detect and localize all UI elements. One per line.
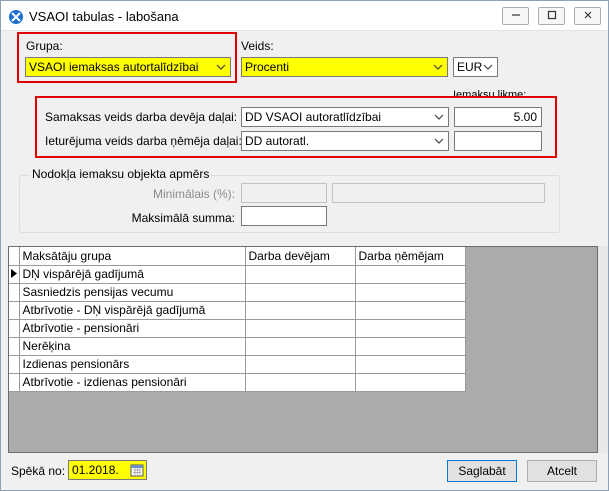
cell-employer[interactable] xyxy=(245,319,356,338)
annotation-box-group xyxy=(17,32,237,83)
maximize-icon xyxy=(547,9,557,23)
maximize-button[interactable] xyxy=(538,7,565,25)
row-selector[interactable] xyxy=(9,301,20,320)
column-header-payer-group[interactable]: Maksātāju grupa xyxy=(19,247,246,266)
currency-value: EUR xyxy=(457,60,483,74)
row-selector[interactable] xyxy=(9,355,20,374)
minimize-button[interactable] xyxy=(502,7,529,25)
max-sum-input[interactable] xyxy=(241,206,327,226)
cell-payer-group[interactable]: Atbrīvotie - DŅ vispārējā gadījumā xyxy=(19,301,246,320)
cell-employee[interactable] xyxy=(355,319,466,338)
type-select-value: Procenti xyxy=(245,60,290,74)
row-selector[interactable] xyxy=(9,337,20,356)
table-row[interactable]: Atbrīvotie - izdienas pensionāri xyxy=(9,373,466,392)
app-logo-icon xyxy=(8,9,24,25)
calendar-icon[interactable] xyxy=(130,463,144,482)
cell-employee[interactable] xyxy=(355,301,466,320)
cell-payer-group[interactable]: Nerēķina xyxy=(19,337,246,356)
row-selector[interactable] xyxy=(9,265,20,284)
column-header-employee[interactable]: Darba ņēmējam xyxy=(355,247,466,266)
close-icon xyxy=(583,9,593,23)
cell-payer-group[interactable]: DŅ vispārējā gadījumā xyxy=(19,265,246,284)
min-percent-input[interactable] xyxy=(241,183,327,203)
close-button[interactable] xyxy=(574,7,601,25)
cell-employee[interactable] xyxy=(355,373,466,392)
cell-employer[interactable] xyxy=(245,283,356,302)
cell-employer[interactable] xyxy=(245,337,356,356)
minimize-icon xyxy=(511,9,521,23)
edit-window: VSAOI tabulas - labošana Grupa: VSAOI ie… xyxy=(0,0,609,491)
table-row[interactable]: DŅ vispārējā gadījumā xyxy=(9,265,466,284)
table-row[interactable]: Izdienas pensionārs xyxy=(9,355,466,374)
table-row[interactable]: Atbrīvotie - DŅ vispārējā gadījumā xyxy=(9,301,466,320)
annotation-box-methods xyxy=(35,96,557,158)
cell-payer-group[interactable]: Izdienas pensionārs xyxy=(19,355,246,374)
cell-employer[interactable] xyxy=(245,355,356,374)
effective-date-label: Spēkā no: xyxy=(11,464,66,478)
cell-employee[interactable] xyxy=(355,355,466,374)
chevron-down-icon xyxy=(432,58,444,76)
payer-groups-table: Maksātāju grupa Darba devējam Darba ņēmē… xyxy=(8,246,598,453)
max-sum-label: Maksimālā summa: xyxy=(131,211,235,225)
cell-payer-group[interactable]: Sasniedzis pensijas vecumu xyxy=(19,283,246,302)
effective-date-input[interactable]: 01.2018. xyxy=(68,460,147,480)
table-row[interactable]: Sasniedzis pensijas vecumu xyxy=(9,283,466,302)
type-select[interactable]: Procenti xyxy=(241,57,448,77)
table-vertical-scrollbar[interactable] xyxy=(598,246,608,453)
column-header-employer[interactable]: Darba devējam xyxy=(245,247,356,266)
window-title: VSAOI tabulas - labošana xyxy=(29,9,179,24)
cell-employee[interactable] xyxy=(355,337,466,356)
table-header-row: Maksātāju grupa Darba devējam Darba ņēmē… xyxy=(9,247,466,266)
effective-date-value: 01.2018. xyxy=(72,463,119,477)
row-selector[interactable] xyxy=(9,319,20,338)
save-button[interactable]: Saglabāt xyxy=(447,460,517,482)
cell-employee[interactable] xyxy=(355,265,466,284)
cell-employer[interactable] xyxy=(245,265,356,284)
min-percent-extra-input[interactable] xyxy=(332,183,545,203)
table-row[interactable]: Nerēķina xyxy=(9,337,466,356)
min-percent-label: Minimālais (%): xyxy=(152,187,235,201)
cell-employer[interactable] xyxy=(245,373,356,392)
row-selector[interactable] xyxy=(9,283,20,302)
table-row[interactable]: Atbrīvotie - pensionāri xyxy=(9,319,466,338)
cell-payer-group[interactable]: Atbrīvotie - pensionāri xyxy=(19,319,246,338)
row-pointer-icon xyxy=(10,267,17,281)
currency-select[interactable]: EUR xyxy=(453,57,498,77)
cancel-button[interactable]: Atcelt xyxy=(527,460,597,482)
cell-payer-group[interactable]: Atbrīvotie - izdienas pensionāri xyxy=(19,373,246,392)
row-selector-header xyxy=(9,247,20,266)
cell-employer[interactable] xyxy=(245,301,356,320)
cell-employee[interactable] xyxy=(355,283,466,302)
row-selector[interactable] xyxy=(9,373,20,392)
tax-base-legend: Nodokļa iemaksu objekta apmērs xyxy=(30,167,212,181)
chevron-down-icon xyxy=(482,58,494,76)
type-label: Veids: xyxy=(241,39,274,53)
title-bar: VSAOI tabulas - labošana xyxy=(1,1,608,31)
